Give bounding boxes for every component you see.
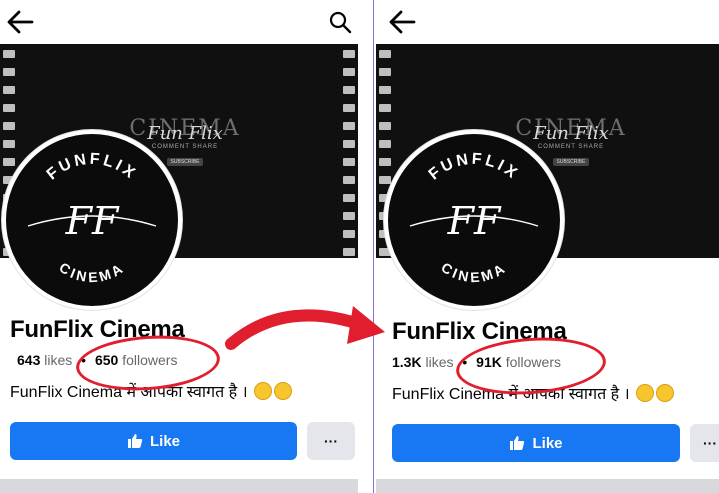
film-hole	[379, 86, 391, 94]
svg-text:FUNFLIX: FUNFLIX	[426, 151, 522, 184]
film-hole	[379, 122, 391, 130]
film-hole	[3, 122, 15, 130]
profile-panel-after: CINEMA Fun Flix COMMENT SHARE SUBSCRIBE …	[376, 0, 719, 493]
like-button[interactable]: Like	[10, 422, 297, 460]
funflix-logo: FUNFLIX FF CINEMA	[409, 151, 539, 285]
like-button-label: Like	[532, 434, 563, 452]
more-options-button[interactable]: ···	[307, 422, 355, 460]
logo-monogram: FF	[65, 199, 120, 243]
likes-count: 643	[17, 352, 41, 368]
panel-divider	[373, 0, 374, 493]
more-options-button[interactable]: ···	[690, 424, 719, 462]
like-button-label: Like	[149, 432, 180, 450]
profile-panel-before: CINEMA Fun Flix COMMENT SHARE SUBSCRIBE …	[0, 0, 358, 493]
hugging-face-emoji	[636, 384, 655, 402]
film-hole	[343, 212, 355, 220]
likes-count: 1.3K	[392, 354, 422, 370]
hugging-face-emoji	[254, 382, 273, 400]
thumbs-up-icon	[127, 434, 143, 448]
top-bar	[0, 0, 358, 44]
avatar[interactable]: FUNFLIX FF CINEMA	[2, 130, 182, 310]
film-hole	[343, 68, 355, 76]
svg-text:CINEMA: CINEMA	[56, 259, 127, 285]
svg-text:FUNFLIX: FUNFLIX	[44, 151, 140, 184]
logo-monogram: FF	[447, 199, 502, 243]
film-hole	[343, 230, 355, 238]
hugging-face-emoji	[274, 382, 293, 400]
film-hole	[3, 50, 15, 58]
logo-top-text: FUNFLIX	[426, 151, 519, 184]
film-hole	[379, 68, 391, 76]
like-button[interactable]: Like	[392, 424, 680, 462]
film-hole	[343, 248, 355, 256]
logo-bottom-text: CINEMA	[438, 259, 506, 285]
logo-top-text: FUNFLIX	[44, 151, 137, 184]
logo-bottom-text: CINEMA	[56, 259, 124, 285]
hugging-face-emoji	[656, 384, 675, 402]
curved-arrow-icon	[225, 306, 385, 350]
film-hole	[3, 104, 15, 112]
arrow-left-icon[interactable]	[388, 9, 416, 35]
film-hole	[343, 140, 355, 148]
film-hole	[343, 50, 355, 58]
film-hole	[3, 68, 15, 76]
film-hole	[343, 122, 355, 130]
section-divider	[0, 479, 358, 493]
film-hole	[379, 50, 391, 58]
more-dots-icon: ···	[703, 435, 717, 451]
avatar[interactable]: FUNFLIX FF CINEMA	[384, 130, 564, 310]
film-hole	[343, 104, 355, 112]
film-hole	[3, 86, 15, 94]
arrow-left-icon[interactable]	[6, 9, 34, 35]
svg-text:CINEMA: CINEMA	[438, 259, 509, 285]
section-divider	[376, 479, 719, 493]
film-strip-right	[340, 44, 358, 258]
film-hole	[343, 86, 355, 94]
thumbs-up-icon	[510, 436, 525, 450]
likes-label: likes	[425, 354, 454, 370]
more-dots-icon: ···	[324, 433, 338, 449]
film-hole	[379, 104, 391, 112]
film-hole	[343, 194, 355, 202]
film-hole	[343, 158, 355, 166]
funflix-logo: FUNFLIX FF CINEMA	[27, 151, 157, 285]
likes-label: likes	[44, 352, 73, 368]
search-icon[interactable]	[328, 10, 352, 34]
film-hole	[343, 176, 355, 184]
top-bar	[376, 0, 719, 44]
